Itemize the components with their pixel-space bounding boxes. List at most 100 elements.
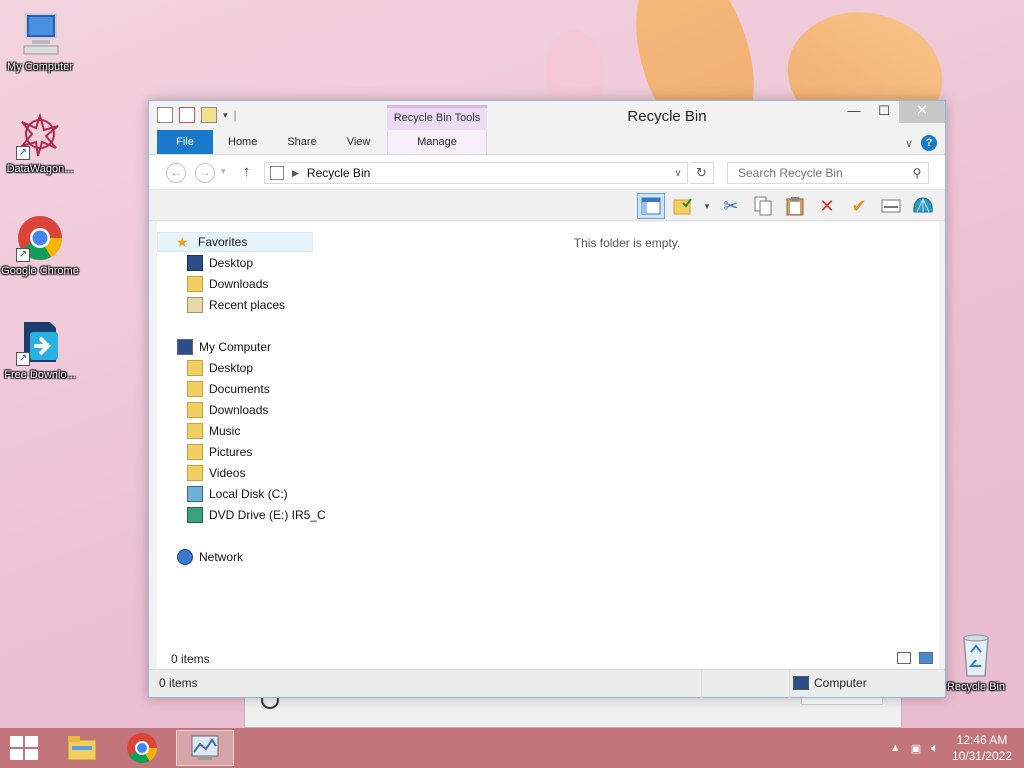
computer-icon bbox=[793, 676, 809, 690]
empty-folder-message: This folder is empty. bbox=[573, 236, 681, 250]
nav-favorites[interactable]: ★ Favorites bbox=[157, 232, 313, 252]
chrome-icon: ↗ bbox=[16, 214, 64, 262]
recent-places-icon bbox=[187, 297, 203, 313]
explorer-window: ▾ | Recycle Bin Tools Recycle Bin — ☐ ✕ … bbox=[148, 100, 946, 698]
layout-pane-icon[interactable] bbox=[637, 193, 665, 219]
downloads-folder-icon bbox=[187, 276, 203, 292]
nav-computer-pictures[interactable]: Pictures bbox=[187, 442, 252, 462]
nav-label: Documents bbox=[209, 382, 270, 396]
address-field[interactable]: ▶ Recycle Bin ∨ bbox=[264, 162, 688, 184]
refresh-button[interactable]: ↻ bbox=[690, 162, 714, 184]
window-controls: — ☐ ✕ bbox=[839, 101, 945, 123]
start-button[interactable] bbox=[10, 736, 38, 760]
item-count: 0 items bbox=[171, 652, 210, 666]
desktop-icon-recycle-bin[interactable]: Recycle Bin bbox=[936, 630, 1016, 694]
shell-icon[interactable] bbox=[909, 193, 937, 219]
pictures-folder-icon bbox=[187, 444, 203, 460]
command-toolbar: ▾ ✂ ✕ ✔ bbox=[149, 189, 945, 221]
search-box[interactable]: ⚲ bbox=[727, 162, 929, 184]
folder-options-icon[interactable] bbox=[669, 193, 697, 219]
nav-favorites-recent[interactable]: Recent places bbox=[187, 295, 285, 315]
maximize-button[interactable]: ☐ bbox=[869, 101, 899, 123]
window-title: Recycle Bin bbox=[627, 108, 707, 125]
folder-options-dropdown-icon[interactable]: ▾ bbox=[701, 193, 713, 219]
network-icon bbox=[177, 549, 193, 565]
tab-home[interactable]: Home bbox=[213, 130, 272, 154]
show-hidden-icons-icon[interactable]: ▲ bbox=[890, 742, 901, 754]
nav-favorites-downloads[interactable]: Downloads bbox=[187, 274, 268, 294]
taskbar: ▲ ▣ 🔈︎ 12:46 AM 10/31/2022 bbox=[0, 728, 1024, 768]
nav-network[interactable]: Network bbox=[177, 547, 243, 567]
nav-label: Downloads bbox=[209, 277, 269, 291]
computer-icon bbox=[177, 339, 193, 355]
desktop-icon-label: My Computer bbox=[6, 61, 74, 73]
file-explorer-icon bbox=[67, 736, 97, 761]
nav-computer-desktop[interactable]: Desktop bbox=[187, 358, 253, 378]
clock-date: 10/31/2022 bbox=[951, 749, 1012, 763]
tab-file[interactable]: File bbox=[157, 130, 213, 154]
ribbon-tabs: File Home Share View Manage ∨ ? bbox=[149, 130, 945, 155]
nav-label: Downloads bbox=[209, 403, 269, 417]
nav-label: My Computer bbox=[199, 340, 272, 354]
shortcut-arrow-icon: ↗ bbox=[16, 248, 30, 262]
back-button[interactable]: ← bbox=[166, 163, 186, 183]
help-icon[interactable]: ? bbox=[921, 135, 937, 151]
cut-icon[interactable]: ✂ bbox=[717, 193, 745, 219]
up-button[interactable]: ↑ bbox=[243, 163, 251, 180]
desktop-icon-my-computer[interactable]: My Computer bbox=[0, 10, 80, 74]
download-app-icon: ↗ bbox=[16, 318, 64, 366]
taskbar-file-explorer[interactable] bbox=[56, 730, 108, 766]
properties-icon[interactable] bbox=[877, 193, 905, 219]
nav-label: Network bbox=[199, 550, 244, 564]
nav-computer-videos[interactable]: Videos bbox=[187, 463, 245, 483]
footer-item-count: 0 items bbox=[159, 676, 198, 690]
nav-label: Desktop bbox=[209, 361, 254, 375]
star-icon: ★ bbox=[176, 234, 189, 250]
nav-computer-dvd-drive[interactable]: DVD Drive (E:) IR5_C bbox=[187, 505, 326, 525]
ribbon-right-controls: ∨ ? bbox=[905, 135, 937, 151]
tab-view[interactable]: View bbox=[332, 130, 386, 154]
title-bar[interactable]: ▾ | Recycle Bin Tools Recycle Bin — ☐ ✕ bbox=[149, 101, 945, 131]
network-status-icon[interactable]: ▣ bbox=[911, 742, 921, 755]
minimize-button[interactable]: — bbox=[839, 101, 869, 123]
hard-disk-icon bbox=[187, 486, 203, 502]
details-view-icon[interactable] bbox=[897, 652, 911, 664]
view-switcher bbox=[897, 652, 933, 664]
search-icon[interactable]: ⚲ bbox=[906, 166, 928, 180]
paste-icon[interactable] bbox=[781, 193, 809, 219]
nav-computer-downloads[interactable]: Downloads bbox=[187, 400, 268, 420]
volume-icon[interactable]: 🔈︎ bbox=[931, 740, 939, 756]
nav-label: Desktop bbox=[209, 256, 254, 270]
close-button[interactable]: ✕ bbox=[899, 101, 945, 123]
breadcrumb-arrow-icon[interactable]: ▶ bbox=[292, 168, 299, 179]
nav-favorites-desktop[interactable]: Desktop bbox=[187, 253, 253, 273]
nav-my-computer[interactable]: My Computer bbox=[177, 337, 271, 357]
address-value: Recycle Bin bbox=[306, 166, 371, 180]
search-input[interactable] bbox=[736, 165, 906, 181]
taskbar-chrome[interactable] bbox=[116, 730, 168, 766]
nav-computer-local-disk[interactable]: Local Disk (C:) bbox=[187, 484, 288, 504]
clock[interactable]: 12:46 AM 10/31/2022 bbox=[952, 732, 1012, 764]
address-bar-row: ← → ▾ ↑ ▶ Recycle Bin ∨ ↻ ⚲ bbox=[149, 155, 945, 189]
delete-icon[interactable]: ✕ bbox=[813, 193, 841, 219]
nav-label: Pictures bbox=[209, 445, 253, 459]
forward-button[interactable]: → bbox=[195, 163, 215, 183]
recent-locations-icon[interactable]: ▾ bbox=[221, 166, 226, 177]
desktop-icon-free-download[interactable]: ↗ Free Downlo... bbox=[0, 318, 80, 382]
desktop-icon-datawagon[interactable]: ↗ DataWagon... bbox=[0, 112, 80, 176]
restore-check-icon[interactable]: ✔ bbox=[845, 193, 873, 219]
large-icons-view-icon[interactable] bbox=[919, 652, 933, 664]
videos-folder-icon bbox=[187, 465, 203, 481]
expand-ribbon-icon[interactable]: ∨ bbox=[905, 137, 913, 150]
taskbar-recycle-bin-window[interactable] bbox=[176, 730, 234, 766]
footer-divider bbox=[789, 670, 790, 698]
tab-share[interactable]: Share bbox=[272, 130, 331, 154]
desktop-icon-label: Recycle Bin bbox=[946, 681, 1006, 693]
address-dropdown-icon[interactable]: ∨ bbox=[669, 168, 687, 179]
nav-computer-documents[interactable]: Documents bbox=[187, 379, 270, 399]
tab-manage[interactable]: Manage bbox=[387, 130, 487, 154]
nav-computer-music[interactable]: Music bbox=[187, 421, 240, 441]
copy-icon[interactable] bbox=[749, 193, 777, 219]
window-footer: 0 items Computer bbox=[149, 669, 945, 698]
desktop-icon-chrome[interactable]: ↗ Google Chrome bbox=[0, 214, 80, 278]
